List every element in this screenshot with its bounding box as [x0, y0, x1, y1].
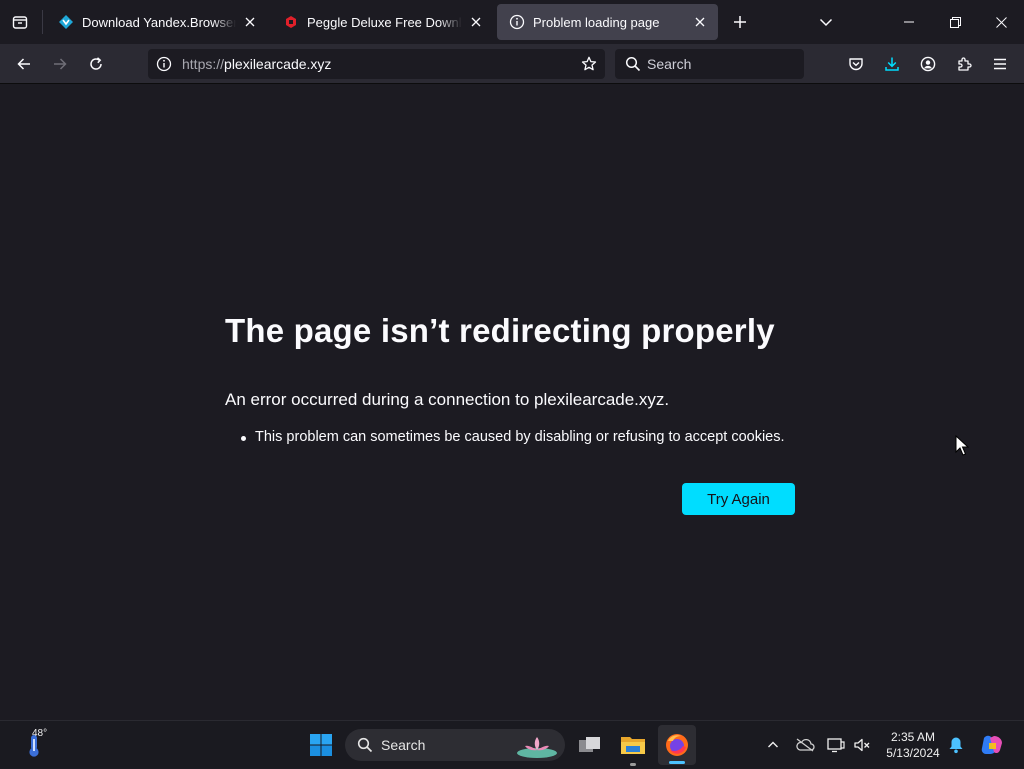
task-view-icon [578, 735, 602, 755]
plus-icon [733, 15, 747, 29]
app-menu-button[interactable] [984, 48, 1016, 80]
lotus-icon [515, 731, 559, 759]
page-title: The page isn’t redirecting properly [225, 312, 775, 349]
tab-list-icon [12, 14, 28, 30]
mouse-cursor-icon [955, 435, 969, 457]
yandex-favicon [58, 14, 74, 30]
weather-temp: 48° [32, 728, 48, 739]
restore-button[interactable] [932, 0, 978, 44]
tab-yandex[interactable]: Download Yandex.Browser 24.4. [46, 4, 268, 40]
close-window-button[interactable] [978, 0, 1024, 44]
tab-peggle[interactable]: Peggle Deluxe Free Download « [271, 4, 494, 40]
onedrive-tray[interactable] [794, 735, 816, 755]
taskbar-search[interactable] [345, 729, 565, 761]
back-button[interactable] [8, 48, 40, 80]
extensions-button[interactable] [948, 48, 980, 80]
menu-icon [992, 56, 1008, 72]
tab-title: Problem loading page [533, 14, 660, 30]
minimize-icon [904, 17, 914, 27]
weather-widget[interactable]: 48° [14, 721, 54, 769]
reload-icon [88, 56, 104, 72]
list-item: This problem can sometimes be caused by … [241, 429, 785, 445]
windows-start-icon [309, 733, 333, 757]
speaker-muted-icon [853, 737, 871, 753]
taskbar-search-input[interactable] [381, 737, 511, 753]
url-text[interactable]: https://plexilearcade.xyz [182, 56, 331, 72]
reload-button[interactable] [80, 48, 112, 80]
close-icon[interactable] [468, 14, 484, 30]
task-view-button[interactable] [572, 721, 608, 769]
chevron-up-icon [767, 739, 779, 751]
pocket-icon [848, 56, 864, 72]
forward-icon [52, 56, 68, 72]
close-icon [995, 16, 1007, 28]
close-icon[interactable] [692, 14, 708, 30]
start-button[interactable] [302, 721, 340, 769]
extensions-icon [956, 56, 972, 72]
forward-button[interactable] [44, 48, 76, 80]
taskbar: 48° Search 2:35 AM 5/13/2024 [0, 720, 1024, 768]
tab-title: Peggle Deluxe Free Download « [307, 14, 462, 30]
url-bar[interactable]: https://plexilearcade.xyz [148, 49, 605, 79]
clock-date: 5/13/2024 [886, 746, 940, 760]
error-description: An error occurred during a connection to… [225, 390, 670, 409]
copilot-icon [980, 734, 1004, 756]
search-icon [625, 56, 641, 72]
search-input[interactable] [647, 56, 797, 72]
account-button[interactable] [912, 48, 944, 80]
close-icon[interactable] [242, 14, 258, 30]
network-icon [827, 737, 845, 753]
peggle-favicon [283, 14, 299, 30]
minimize-button[interactable] [886, 0, 932, 44]
search-icon [357, 737, 373, 753]
back-icon [16, 56, 32, 72]
chevron-down-icon [819, 15, 833, 29]
page-content: The page isn’t redirecting properly An e… [0, 85, 1024, 720]
info-icon [509, 14, 525, 30]
navigation-toolbar: https://plexilearcade.xyz [0, 44, 1024, 84]
network-tray[interactable] [826, 735, 846, 755]
downloads-button[interactable] [876, 48, 908, 80]
file-explorer-icon [620, 734, 646, 756]
account-icon [920, 56, 936, 72]
tab-problem-loading[interactable]: Problem loading page [497, 4, 718, 40]
url-host: plexilearcade.xyz [224, 56, 332, 72]
onedrive-icon [795, 738, 815, 752]
pocket-button[interactable] [840, 48, 872, 80]
notifications-button[interactable] [946, 735, 966, 755]
new-tab-button[interactable] [724, 6, 756, 38]
star-icon[interactable] [581, 56, 597, 72]
search-bar[interactable] [615, 49, 804, 79]
url-protocol: https:// [182, 56, 225, 72]
tab-bar: Download Yandex.Browser 24.4. Peggle Del… [0, 0, 1024, 44]
download-icon [884, 56, 900, 72]
tab-separator [42, 10, 43, 34]
list-all-tabs-button[interactable] [810, 6, 842, 38]
system-clock[interactable]: 2:35 AM 5/13/2024 [880, 729, 946, 761]
show-hidden-icons-button[interactable] [763, 735, 783, 755]
running-indicator [630, 763, 636, 766]
clock-time: 2:35 AM [890, 730, 936, 744]
running-indicator [669, 761, 685, 764]
firefox-icon [664, 732, 690, 758]
volume-tray[interactable] [852, 735, 872, 755]
tab-list-button[interactable] [4, 6, 36, 38]
tab-title: Download Yandex.Browser 24.4. [82, 14, 236, 30]
copilot-button[interactable] [980, 735, 1004, 755]
file-explorer-button[interactable] [614, 721, 652, 769]
notification-bell-icon [948, 736, 964, 754]
restore-icon [949, 16, 961, 28]
error-hints-list: This problem can sometimes be caused by … [241, 429, 785, 445]
info-icon[interactable] [156, 56, 172, 72]
firefox-taskbar-button[interactable] [658, 725, 696, 765]
try-again-button[interactable]: Try Again [682, 483, 795, 515]
